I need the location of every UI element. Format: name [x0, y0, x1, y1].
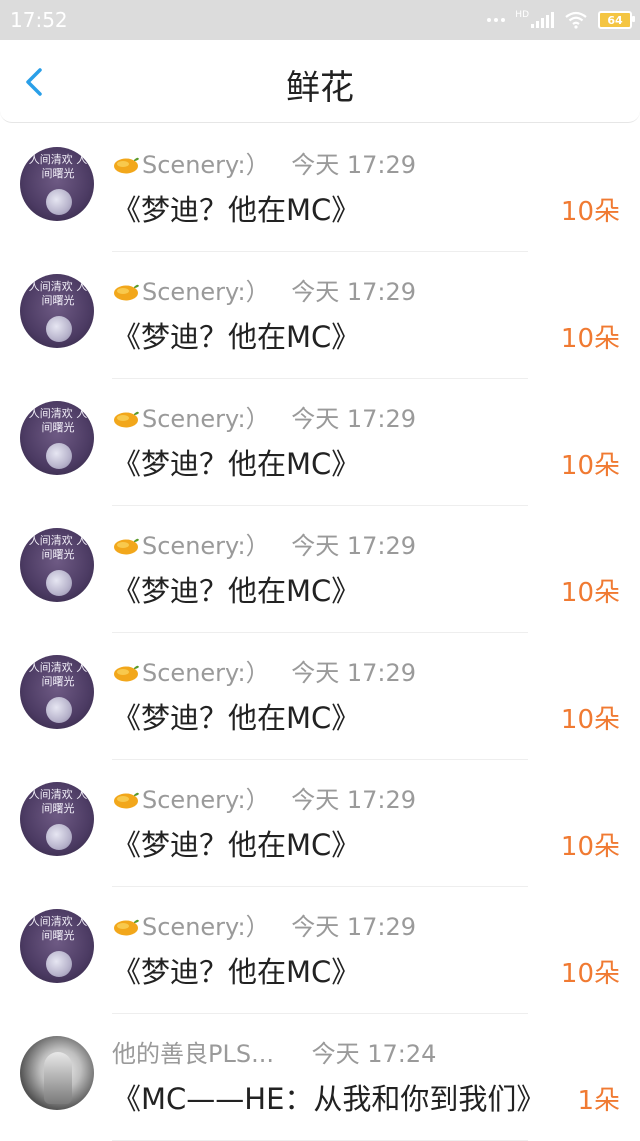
status-bar: 17:52 HD 64	[0, 0, 640, 40]
avatar-caption: 人间清欢 人间曙光	[28, 915, 88, 942]
mango-icon	[114, 411, 139, 428]
item-time: 今天 17:24	[311, 1040, 437, 1068]
sender-name[interactable]: Scenery:）	[112, 526, 270, 561]
item-meta: 他的善良PLS... 今天 17:24	[112, 1034, 436, 1069]
item-message: 《梦迪？他在MC》	[112, 828, 361, 862]
mango-icon	[114, 538, 139, 555]
sender-name[interactable]: Scenery:）	[112, 653, 270, 688]
item-time: 今天 17:29	[291, 786, 417, 814]
sender-name-text: Scenery:）	[142, 532, 270, 560]
avatar[interactable]: 人间清欢 人间曙光	[20, 528, 94, 602]
avatar[interactable]: 人间清欢 人间曙光	[20, 147, 94, 221]
status-icons: HD 64	[487, 9, 635, 31]
sender-name-text: Scenery:）	[142, 278, 270, 306]
moon-icon	[46, 570, 72, 596]
avatar[interactable]: 人间清欢 人间曙光	[20, 274, 94, 348]
flower-count: 10朵	[560, 197, 620, 227]
mango-icon	[114, 157, 139, 174]
list-item[interactable]: 人间清欢 人间曙光 Scenery:） 今天 17:29 《梦迪？他在MC》 1…	[0, 887, 640, 1014]
wifi-icon	[565, 11, 587, 29]
avatar-caption: 人间清欢 人间曙光	[28, 407, 88, 434]
list-item[interactable]: 他的善良PLS... 今天 17:24 《MC——HE：从我和你到我们》 1朵	[0, 1014, 640, 1141]
avatar[interactable]: 人间清欢 人间曙光	[20, 401, 94, 475]
item-message: 《梦迪？他在MC》	[112, 955, 361, 989]
item-message: 《梦迪？他在MC》	[112, 701, 361, 735]
status-time: 17:52	[10, 8, 68, 32]
item-message: 《梦迪？他在MC》	[112, 193, 361, 227]
item-meta: Scenery:） 今天 17:29	[112, 526, 416, 561]
list-item[interactable]: 人间清欢 人间曙光 Scenery:） 今天 17:29 《梦迪？他在MC》 1…	[0, 633, 640, 760]
moon-icon	[46, 316, 72, 342]
moon-icon	[46, 824, 72, 850]
battery-icon: 64	[598, 11, 635, 29]
list-item[interactable]: 人间清欢 人间曙光 Scenery:） 今天 17:29 《梦迪？他在MC》 1…	[0, 760, 640, 887]
mango-icon	[114, 919, 139, 936]
figure-image	[44, 1052, 72, 1104]
avatar[interactable]	[20, 1036, 94, 1110]
sender-name-text: Scenery:）	[142, 913, 270, 941]
item-time: 今天 17:29	[291, 151, 417, 179]
item-time: 今天 17:29	[291, 659, 417, 687]
network-label: HD	[515, 10, 529, 20]
item-time: 今天 17:29	[291, 913, 417, 941]
sender-name[interactable]: 他的善良PLS...	[112, 1034, 274, 1069]
avatar-caption: 人间清欢 人间曙光	[28, 534, 88, 561]
sender-name-text: Scenery:）	[142, 659, 270, 687]
item-message: 《MC——HE：从我和你到我们》	[112, 1082, 546, 1116]
sender-name[interactable]: Scenery:）	[112, 907, 270, 942]
avatar-caption: 人间清欢 人间曙光	[28, 788, 88, 815]
flower-count: 10朵	[560, 451, 620, 481]
mango-icon	[114, 284, 139, 301]
sender-name-text: 他的善良PLS...	[112, 1040, 274, 1068]
list-item[interactable]: 人间清欢 人间曙光 Scenery:） 今天 17:29 《梦迪？他在MC》 1…	[0, 252, 640, 379]
list-item[interactable]: 人间清欢 人间曙光 Scenery:） 今天 17:29 《梦迪？他在MC》 1…	[0, 379, 640, 506]
item-message: 《梦迪？他在MC》	[112, 320, 361, 354]
sender-name[interactable]: Scenery:）	[112, 272, 270, 307]
battery-level: 64	[607, 13, 623, 27]
flower-count: 10朵	[560, 959, 620, 989]
flower-count: 10朵	[560, 705, 620, 735]
flower-count: 10朵	[560, 832, 620, 862]
signal-icon	[531, 12, 554, 28]
list-item[interactable]: 人间清欢 人间曙光 Scenery:） 今天 17:29 《梦迪？他在MC》 1…	[0, 125, 640, 252]
app-header: 鲜花	[0, 40, 640, 123]
item-meta: Scenery:） 今天 17:29	[112, 272, 416, 307]
item-message: 《梦迪？他在MC》	[112, 447, 361, 481]
list-item[interactable]: 人间清欢 人间曙光 Scenery:） 今天 17:29 《梦迪？他在MC》 1…	[0, 506, 640, 633]
avatar[interactable]: 人间清欢 人间曙光	[20, 782, 94, 856]
moon-icon	[46, 697, 72, 723]
item-meta: Scenery:） 今天 17:29	[112, 399, 416, 434]
sender-name[interactable]: Scenery:）	[112, 399, 270, 434]
flower-count: 1朵	[577, 1086, 620, 1116]
moon-icon	[46, 443, 72, 469]
item-meta: Scenery:） 今天 17:29	[112, 780, 416, 815]
sender-name-text: Scenery:）	[142, 151, 270, 179]
item-time: 今天 17:29	[291, 532, 417, 560]
more-dots-icon	[487, 18, 506, 22]
item-meta: Scenery:） 今天 17:29	[112, 907, 416, 942]
avatar-caption: 人间清欢 人间曙光	[28, 280, 88, 307]
item-meta: Scenery:） 今天 17:29	[112, 653, 416, 688]
item-time: 今天 17:29	[291, 278, 417, 306]
avatar[interactable]: 人间清欢 人间曙光	[20, 655, 94, 729]
mango-icon	[114, 665, 139, 682]
moon-icon	[46, 951, 72, 977]
sender-name[interactable]: Scenery:）	[112, 145, 270, 180]
flower-count: 10朵	[560, 324, 620, 354]
sender-name[interactable]: Scenery:）	[112, 780, 270, 815]
avatar-caption: 人间清欢 人间曙光	[28, 153, 88, 180]
avatar[interactable]: 人间清欢 人间曙光	[20, 909, 94, 983]
sender-name-text: Scenery:）	[142, 786, 270, 814]
sender-name-text: Scenery:）	[142, 405, 270, 433]
page-title: 鲜花	[286, 68, 354, 108]
item-meta: Scenery:） 今天 17:29	[112, 145, 416, 180]
avatar-caption: 人间清欢 人间曙光	[28, 661, 88, 688]
item-time: 今天 17:29	[291, 405, 417, 433]
flower-count: 10朵	[560, 578, 620, 608]
flower-list: 人间清欢 人间曙光 Scenery:） 今天 17:29 《梦迪？他在MC》 1…	[0, 125, 640, 1141]
mango-icon	[114, 792, 139, 809]
item-message: 《梦迪？他在MC》	[112, 574, 361, 608]
moon-icon	[46, 189, 72, 215]
